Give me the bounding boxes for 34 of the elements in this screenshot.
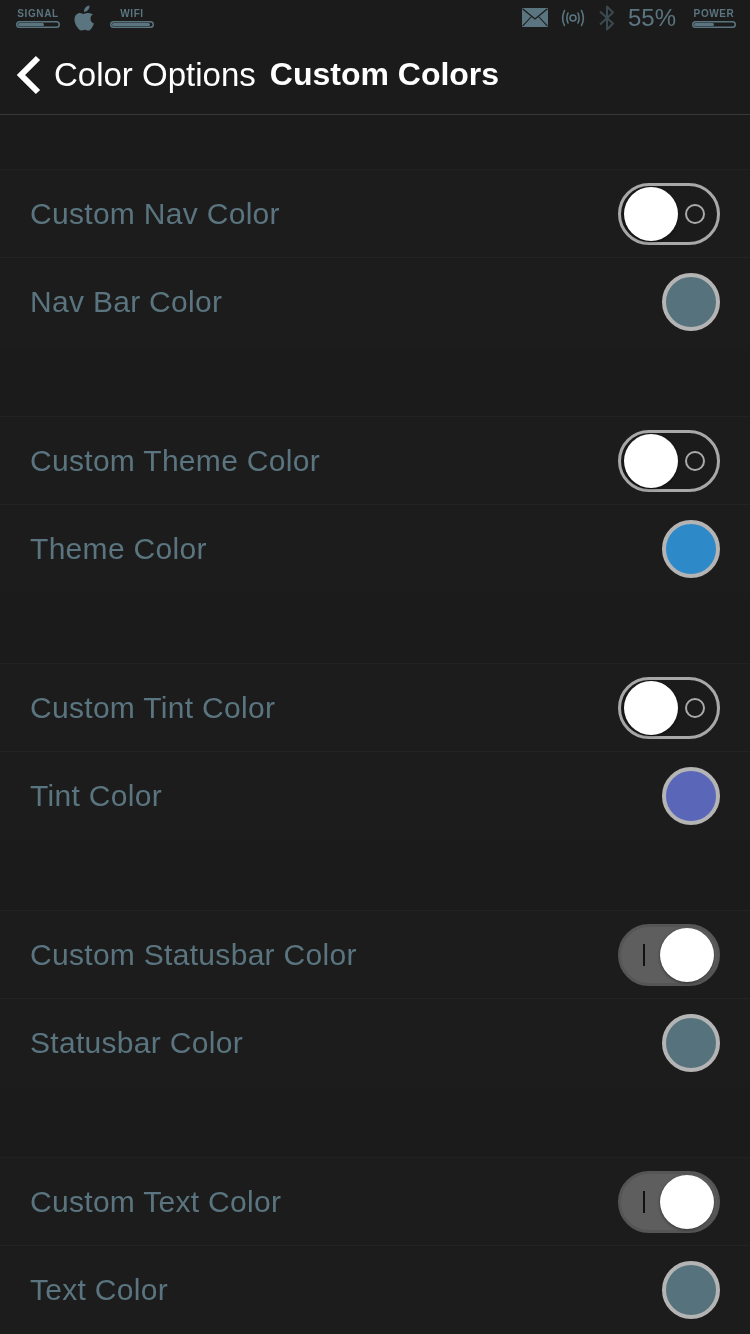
setting-label: Custom Nav Color — [30, 196, 280, 231]
setting-label: Custom Tint Color — [30, 690, 276, 725]
back-button[interactable]: Color Options — [16, 54, 256, 95]
setting-label: Custom Text Color — [30, 1184, 282, 1219]
setting-label: Theme Color — [30, 532, 207, 566]
setting-label: Tint Color — [30, 779, 162, 813]
line-icon — [643, 1190, 645, 1213]
bluetooth-icon — [597, 3, 616, 32]
color-swatch-icon[interactable] — [662, 767, 720, 825]
ring-icon — [685, 203, 705, 224]
power-label: POWER — [693, 7, 735, 19]
setting-label: Text Color — [30, 1273, 169, 1307]
battery-percent: 55% — [627, 3, 676, 32]
color-swatch-icon[interactable] — [662, 273, 720, 331]
broadcast-icon — [559, 8, 586, 27]
wifi-meter-icon — [110, 20, 154, 28]
battery-meter-icon — [692, 20, 736, 28]
setting-label: Custom Theme Color — [30, 443, 320, 478]
ring-icon — [685, 697, 705, 718]
envelope-icon — [521, 8, 548, 28]
page-title: Custom Colors — [269, 56, 500, 94]
setting-label: Custom Statusbar Color — [30, 937, 357, 972]
signal-meter-icon — [16, 20, 60, 28]
setting-label: Statusbar Color — [30, 1026, 243, 1060]
color-swatch-icon[interactable] — [662, 1261, 720, 1319]
signal-label: SIGNAL — [17, 7, 59, 19]
line-icon — [643, 943, 645, 966]
wifi-label: WIFI — [120, 7, 144, 19]
apple-logo-icon — [73, 4, 97, 31]
chevron-left-icon — [16, 54, 42, 95]
color-swatch-icon[interactable] — [662, 1014, 720, 1072]
ring-icon — [685, 450, 705, 471]
color-swatch-icon[interactable] — [662, 520, 720, 578]
setting-label: Nav Bar Color — [30, 285, 223, 319]
